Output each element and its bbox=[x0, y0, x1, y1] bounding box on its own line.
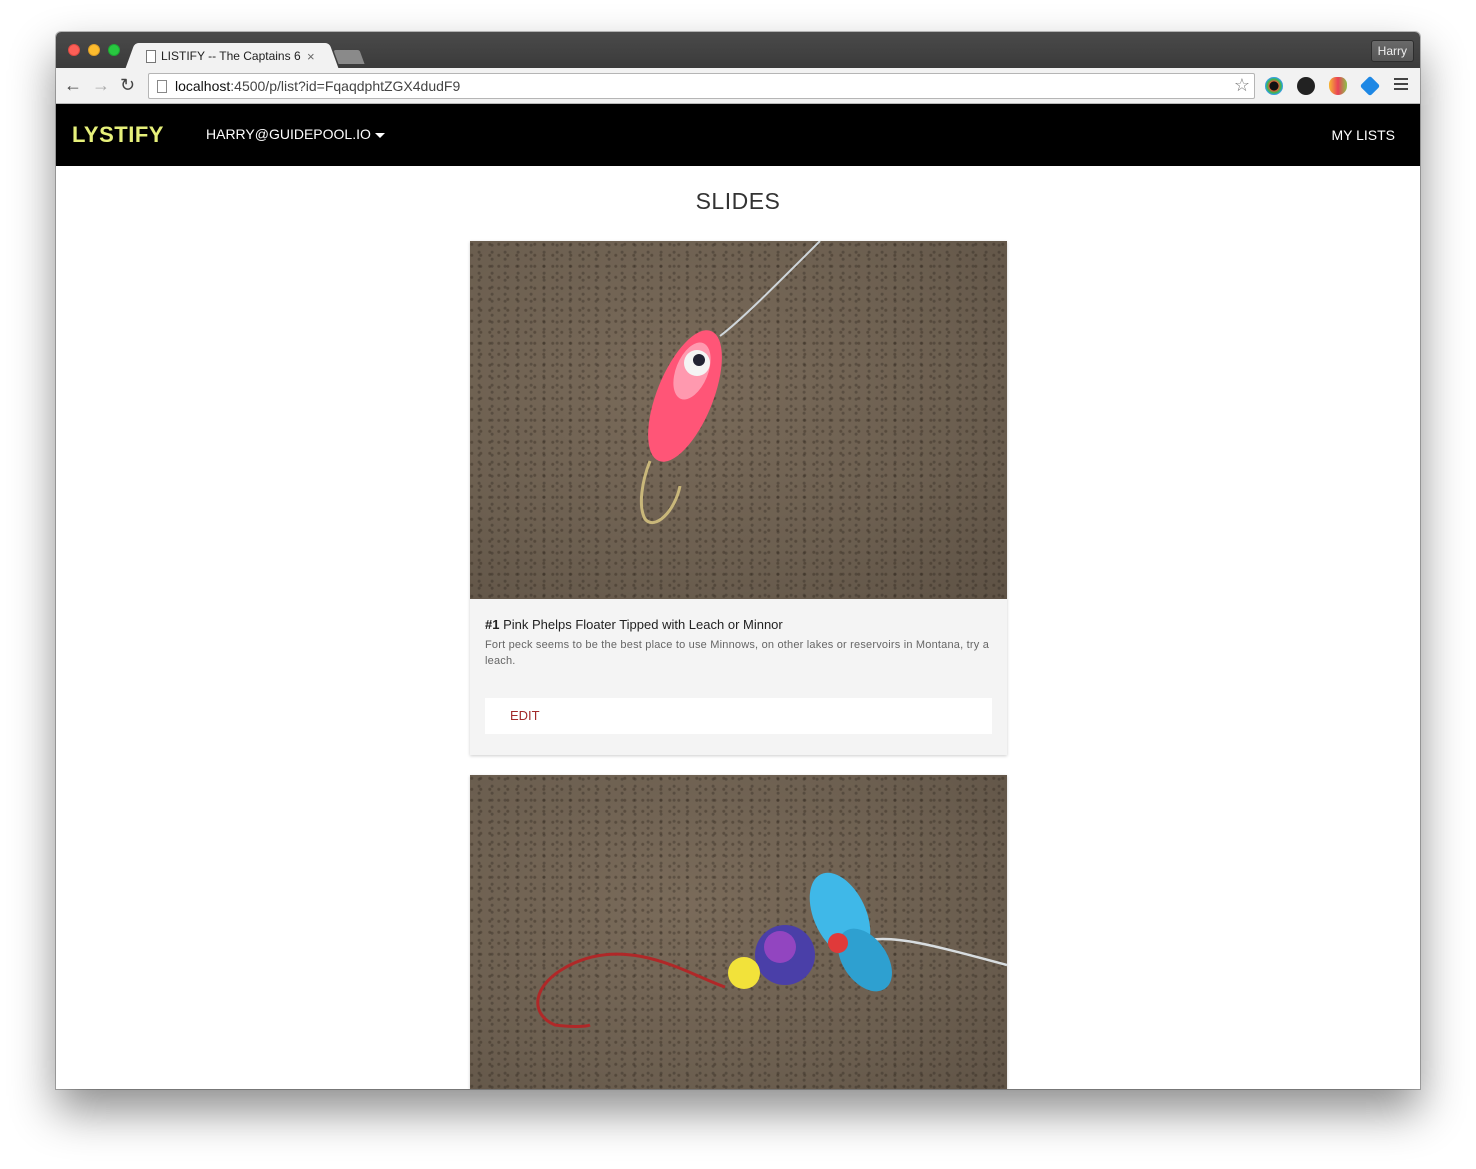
extension-bird-icon[interactable] bbox=[1359, 75, 1381, 97]
slide-title: #1 Pink Phelps Floater Tipped with Leach… bbox=[485, 617, 992, 632]
reload-icon[interactable]: ↻ bbox=[120, 75, 135, 95]
slide-title-text: Pink Phelps Floater Tipped with Leach or… bbox=[503, 617, 783, 632]
slide-number: #1 bbox=[485, 617, 500, 632]
menu-icon[interactable] bbox=[1394, 78, 1408, 93]
close-window-button[interactable] bbox=[68, 44, 80, 56]
tab-title: LISTIFY -- The Captains 6 bbox=[161, 49, 301, 63]
user-email: HARRY@GUIDEPOOL.IO bbox=[206, 126, 371, 142]
slide-card: #1 Pink Phelps Floater Tipped with Leach… bbox=[470, 241, 1007, 755]
title-bar: LISTIFY -- The Captains 6 × Harry bbox=[56, 32, 1420, 69]
page-title: SLIDES bbox=[695, 188, 781, 214]
extension-dark-icon[interactable] bbox=[1297, 77, 1315, 95]
page-icon bbox=[157, 79, 167, 93]
star-icon[interactable]: ☆ bbox=[1234, 75, 1250, 96]
main-content: SLIDES #1 Pink Phelps Floater Tipped wit… bbox=[56, 166, 1420, 1089]
slide-image bbox=[470, 241, 1007, 599]
browser-window: LISTIFY -- The Captains 6 × Harry ← → ↻ … bbox=[56, 32, 1420, 1089]
extension-heart-icon[interactable] bbox=[1329, 77, 1347, 95]
lure-illustration bbox=[639, 241, 821, 525]
page-icon bbox=[146, 49, 156, 63]
extension-color-icon[interactable] bbox=[1265, 77, 1283, 95]
my-lists-link[interactable]: MY LISTS bbox=[1331, 127, 1395, 143]
url-path: :4500/p/list?id=FqaqdphtZGX4dudF9 bbox=[230, 78, 461, 94]
url-host: localhost bbox=[175, 78, 231, 94]
browser-toolbar: ← → ↻ localhost:4500/p/list?id=FqaqdphtZ… bbox=[56, 68, 1420, 104]
user-dropdown[interactable]: HARRY@GUIDEPOOL.IO bbox=[206, 126, 385, 142]
edit-button[interactable]: EDIT bbox=[510, 708, 540, 723]
caret-down-icon bbox=[374, 132, 385, 138]
slide-description: Fort peck seems to be the best place to … bbox=[485, 639, 990, 667]
address-bar[interactable]: localhost:4500/p/list?id=FqaqdphtZGX4dud… bbox=[148, 73, 1255, 99]
back-icon[interactable]: ← bbox=[64, 75, 82, 95]
brand-logo[interactable]: LYSTIFY bbox=[72, 122, 164, 148]
lure-illustration bbox=[536, 872, 1007, 1028]
minimize-window-button[interactable] bbox=[88, 44, 100, 56]
profile-button[interactable]: Harry bbox=[1370, 40, 1414, 62]
slide-image bbox=[470, 775, 1007, 1089]
slide-card bbox=[470, 775, 1007, 1089]
edit-bar: EDIT bbox=[485, 698, 992, 734]
forward-icon[interactable]: → bbox=[92, 75, 110, 95]
browser-tab[interactable]: LISTIFY -- The Captains 6 × bbox=[136, 43, 328, 69]
app-navbar: LYSTIFY HARRY@GUIDEPOOL.IO MY LISTS bbox=[56, 104, 1420, 166]
tab-close-icon[interactable]: × bbox=[307, 49, 315, 64]
new-tab-button[interactable] bbox=[333, 50, 365, 64]
zoom-window-button[interactable] bbox=[108, 44, 120, 56]
